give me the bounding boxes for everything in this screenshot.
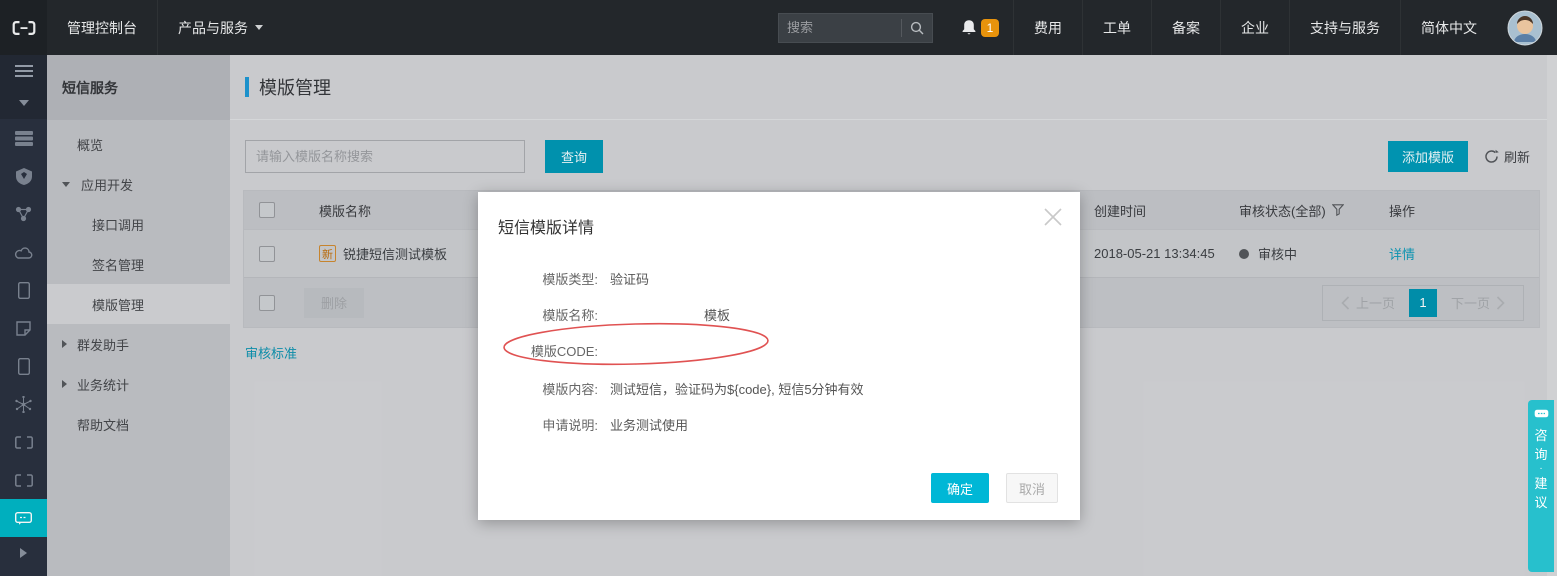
field-name-label: 模版名称: (478, 306, 598, 326)
search-icon[interactable] (902, 21, 932, 35)
products-menu-label: 产品与服务 (178, 18, 248, 38)
field-name-value: 模板 (610, 306, 730, 326)
close-button[interactable] (1040, 204, 1066, 230)
global-search-input[interactable] (779, 20, 901, 35)
consult-char: 咨 (1534, 426, 1547, 445)
aliyun-logo-icon (11, 19, 37, 37)
field-template-type: 模版类型: 验证码 (478, 270, 1080, 290)
nav-billing[interactable]: 费用 (1013, 0, 1082, 55)
field-code-label: 模版CODE: (478, 342, 598, 364)
field-content-value: 测试短信，验证码为${code}, 短信5分钟有效 (610, 380, 864, 400)
field-type-label: 模版类型: (478, 270, 598, 290)
nav-billing-label: 费用 (1034, 18, 1062, 38)
consult-suggest-floating-bar[interactable]: 咨 询 · 建 议 (1528, 400, 1554, 572)
consult-char: 议 (1534, 493, 1547, 512)
field-apply-note: 申请说明: 业务测试使用 (478, 416, 1080, 436)
bell-icon (961, 19, 977, 36)
field-note-label: 申请说明: (478, 416, 598, 436)
nav-language-label: 简体中文 (1421, 18, 1477, 38)
global-search-box (778, 13, 933, 43)
modal-title: 短信模版详情 (478, 192, 1080, 238)
nav-icp[interactable]: 备案 (1151, 0, 1220, 55)
avatar-image (1507, 10, 1543, 46)
chat-icon (1534, 409, 1549, 420)
field-template-name: 模版名称: 模板 (478, 306, 1080, 326)
nav-enterprise[interactable]: 企业 (1220, 0, 1289, 55)
modal-buttons: 确定 取消 (931, 473, 1058, 503)
template-detail-modal: 短信模版详情 模版类型: 验证码 模版名称: 模板 模版CODE: 模版内容: … (478, 192, 1080, 520)
chevron-down-icon (255, 25, 263, 30)
field-type-value: 验证码 (610, 270, 649, 290)
nav-tickets-label: 工单 (1103, 18, 1131, 38)
nav-support[interactable]: 支持与服务 (1289, 0, 1400, 55)
notifications-button[interactable]: 1 (947, 0, 1013, 55)
products-menu[interactable]: 产品与服务 (157, 0, 283, 55)
consult-char: 询 (1534, 445, 1547, 464)
field-content-label: 模版内容: (478, 380, 598, 400)
user-avatar[interactable] (1497, 0, 1557, 55)
field-name-visible-text: 模板 (704, 306, 730, 326)
field-note-value: 业务测试使用 (610, 416, 688, 436)
top-navigation-bar: 管理控制台 产品与服务 1 费用 工单 备案 企业 支持与服务 简体中文 (0, 0, 1557, 55)
redacted-blur-patch (610, 306, 702, 326)
field-template-code: 模版CODE: (478, 342, 1080, 364)
notification-count-badge: 1 (981, 19, 999, 37)
field-code-value (610, 342, 745, 364)
field-template-content: 模版内容: 测试短信，验证码为${code}, 短信5分钟有效 (478, 380, 1080, 400)
confirm-button[interactable]: 确定 (931, 473, 989, 503)
redacted-blur-patch (610, 342, 745, 364)
topbar-spacer (283, 0, 764, 55)
console-home-link[interactable]: 管理控制台 (47, 0, 157, 55)
modal-fields: 模版类型: 验证码 模版名称: 模板 模版CODE: 模版内容: 测试短信，验证… (478, 270, 1080, 436)
consult-char: · (1539, 464, 1542, 474)
nav-tickets[interactable]: 工单 (1082, 0, 1151, 55)
cancel-button[interactable]: 取消 (1006, 473, 1058, 503)
console-home-label: 管理控制台 (67, 18, 137, 38)
aliyun-logo[interactable] (0, 0, 47, 55)
consult-char: 建 (1534, 474, 1547, 493)
nav-icp-label: 备案 (1172, 18, 1200, 38)
nav-enterprise-label: 企业 (1241, 18, 1269, 38)
nav-support-label: 支持与服务 (1310, 18, 1380, 38)
nav-language[interactable]: 简体中文 (1400, 0, 1497, 55)
close-icon (1042, 206, 1064, 228)
